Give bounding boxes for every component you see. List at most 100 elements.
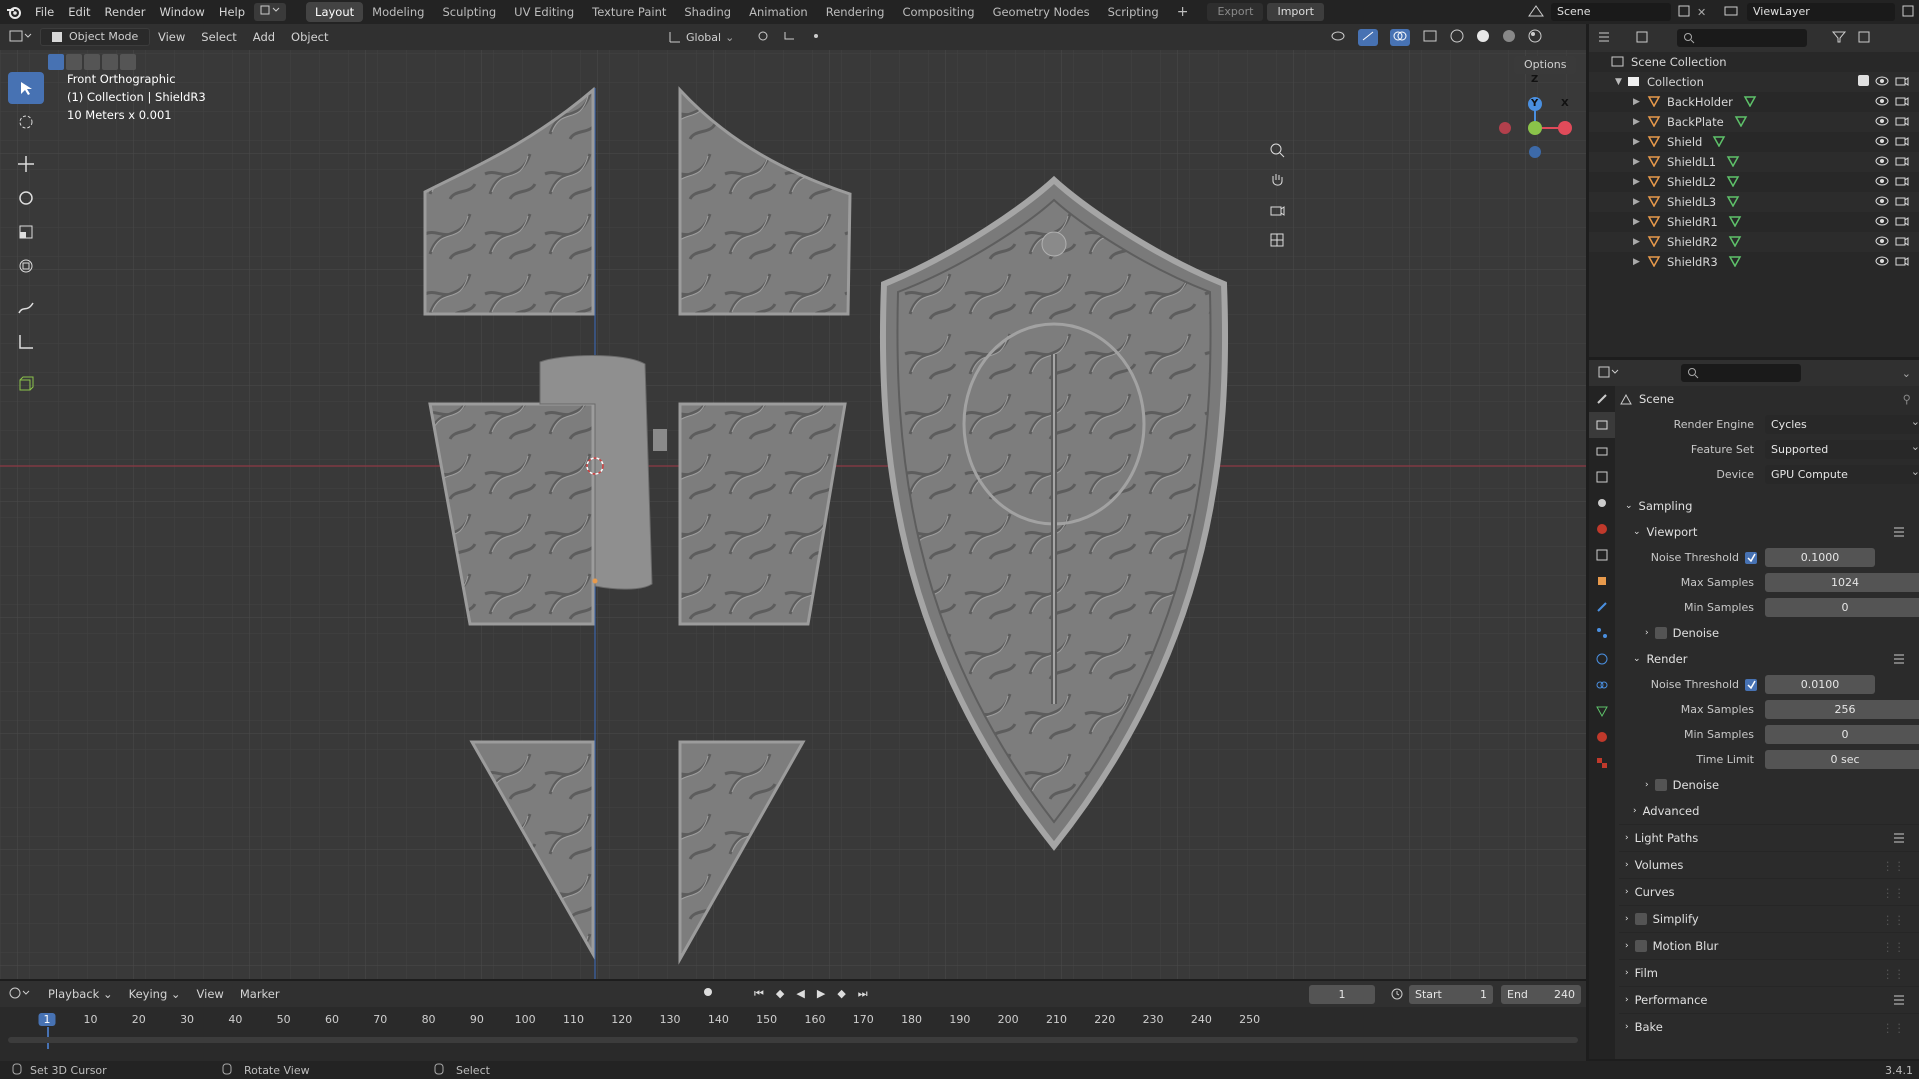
collection-row[interactable]: ▼ Collection (1589, 72, 1919, 92)
render-denoise-row[interactable]: › Denoise (1619, 772, 1919, 798)
display-mode-icon[interactable] (1635, 30, 1659, 47)
drag-handle-icon[interactable]: ⋮⋮ (1882, 913, 1905, 927)
menu-file[interactable]: File (28, 0, 61, 24)
blender-logo-icon[interactable] (0, 0, 28, 24)
panel-header[interactable]: › Bake ⋮⋮ (1619, 1013, 1919, 1040)
panel-header[interactable]: › Motion Blur ⋮⋮ (1619, 932, 1919, 959)
drag-handle-icon[interactable]: ⋮⋮ (1882, 886, 1905, 900)
outliner-object-row[interactable]: ▶ ShieldL1 (1589, 152, 1919, 172)
annotate-tool[interactable] (8, 292, 44, 324)
panel-checkbox[interactable] (1634, 940, 1647, 952)
select-subtract-icon[interactable] (84, 54, 100, 70)
outliner-object-row[interactable]: ▶ ShieldR3 (1589, 252, 1919, 272)
eye-icon[interactable] (1875, 135, 1889, 150)
camera-icon[interactable] (1895, 215, 1909, 230)
end-frame-field[interactable]: End 240 (1501, 985, 1581, 1004)
mesh-data-icon[interactable] (1728, 255, 1742, 270)
menu-keying[interactable]: Keying ⌄ (121, 987, 189, 1001)
mesh-data-icon[interactable] (1712, 135, 1726, 150)
properties-search-input[interactable] (1681, 364, 1801, 382)
material-tab-icon[interactable] (1589, 724, 1615, 750)
data-tab-icon[interactable] (1589, 698, 1615, 724)
render-noise-threshold-checkbox[interactable] (1745, 678, 1757, 691)
tab-rendering[interactable]: Rendering (817, 2, 894, 22)
menu-select[interactable]: Select (193, 30, 244, 44)
play-reverse-icon[interactable]: ◀ (796, 987, 804, 1000)
export-button[interactable]: Export (1207, 3, 1264, 21)
drag-handle-icon[interactable]: ⋮⋮ (1882, 859, 1905, 873)
expand-chevron-icon[interactable]: ▶ (1633, 137, 1647, 147)
rendered-shading-icon[interactable] (1528, 29, 1542, 46)
select-extend-icon[interactable] (66, 54, 82, 70)
eye-icon[interactable] (1875, 95, 1889, 110)
presets-icon[interactable] (1893, 653, 1905, 668)
template-dropdown-button[interactable] (254, 3, 287, 21)
view-layer-field[interactable]: ViewLayer (1747, 3, 1895, 21)
prev-keyframe-icon[interactable]: ◆ (776, 987, 784, 1000)
output-tab-icon[interactable] (1589, 438, 1615, 464)
panel-header[interactable]: › Light Paths (1619, 824, 1919, 851)
modifier-tab-icon[interactable] (1589, 594, 1615, 620)
measure-tool[interactable] (8, 326, 44, 358)
overlay-toggle-icon[interactable] (1390, 28, 1410, 46)
menu-object[interactable]: Object (283, 30, 336, 44)
remove-scene-icon[interactable]: ✕ (1697, 6, 1706, 19)
wireframe-shading-icon[interactable] (1450, 29, 1464, 46)
drag-handle-icon[interactable]: ⋮⋮ (1882, 1021, 1905, 1035)
presets-icon[interactable] (1893, 994, 1905, 1009)
camera-icon[interactable] (1895, 155, 1909, 170)
scene-tab-icon[interactable] (1589, 490, 1615, 516)
collection-tab-icon[interactable] (1589, 542, 1615, 568)
device-dropdown[interactable]: GPU Compute (1765, 462, 1919, 484)
panel-checkbox[interactable] (1634, 913, 1647, 925)
render-noise-threshold-field[interactable]: 0.0100 (1765, 675, 1875, 694)
panel-header[interactable]: › Simplify ⋮⋮ (1619, 905, 1919, 932)
mesh-data-icon[interactable] (1726, 175, 1740, 190)
outliner-editor-type-icon[interactable] (1597, 30, 1621, 47)
eye-icon[interactable] (1875, 255, 1889, 270)
frame-ruler[interactable]: 1 10 20 30 40 50 60 70 80 90 100 110 120 130 140 150 160… (0, 1009, 1586, 1049)
mesh-data-icon[interactable] (1726, 155, 1740, 170)
tab-geometry-nodes[interactable]: Geometry Nodes (984, 2, 1099, 22)
camera-icon[interactable] (1895, 255, 1909, 270)
scene-collection-row[interactable]: Scene Collection (1589, 52, 1919, 72)
mesh-data-icon[interactable] (1726, 195, 1740, 210)
jump-start-icon[interactable]: ⏮ (754, 987, 764, 1001)
viewport-max-samples-field[interactable]: 1024 (1765, 573, 1919, 592)
eye-icon[interactable] (1875, 235, 1889, 250)
rotate-tool[interactable] (8, 182, 44, 214)
pin-icon[interactable]: ⚲ (1903, 392, 1911, 406)
physics-tab-icon[interactable] (1589, 646, 1615, 672)
select-new-icon[interactable] (48, 54, 64, 70)
menu-render[interactable]: Render (98, 0, 153, 24)
outliner-object-row[interactable]: ▶ ShieldR1 (1589, 212, 1919, 232)
eye-icon[interactable] (1875, 75, 1889, 90)
current-frame-field[interactable]: 1 (1309, 985, 1375, 1004)
timeline-editor-type-icon[interactable] (0, 986, 40, 1003)
particles-tab-icon[interactable] (1589, 620, 1615, 646)
gizmo-toggle-icon[interactable] (1358, 28, 1378, 46)
timeline-scrollbar[interactable] (8, 1037, 1578, 1043)
tab-layout[interactable]: Layout (306, 2, 364, 22)
menu-marker[interactable]: Marker (232, 987, 288, 1001)
outliner-object-row[interactable]: ▶ ShieldR2 (1589, 232, 1919, 252)
viewport-noise-threshold-field[interactable]: 0.1000 (1765, 548, 1875, 567)
next-keyframe-icon[interactable]: ◆ (837, 987, 845, 1000)
render-denoise-checkbox[interactable] (1654, 779, 1667, 791)
eye-icon[interactable] (1875, 215, 1889, 230)
expand-chevron-icon[interactable]: ▶ (1633, 117, 1647, 127)
camera-view-icon[interactable] (1263, 196, 1291, 224)
properties-options-icon[interactable]: ⌄ (1902, 367, 1911, 380)
menu-window[interactable]: Window (152, 0, 211, 24)
viewport-denoise-row[interactable]: › Denoise (1619, 620, 1919, 646)
camera-icon[interactable] (1895, 195, 1909, 210)
camera-icon[interactable] (1895, 75, 1909, 90)
eye-icon[interactable] (1875, 175, 1889, 190)
add-cube-tool[interactable] (8, 368, 44, 400)
object-tab-icon[interactable] (1589, 568, 1615, 594)
presets-icon[interactable] (1893, 526, 1905, 541)
render-max-samples-field[interactable]: 256 (1765, 700, 1919, 719)
add-workspace-icon[interactable]: + (1168, 2, 1198, 22)
transform-tool[interactable] (8, 250, 44, 282)
render-engine-dropdown[interactable]: Cycles (1765, 412, 1919, 434)
